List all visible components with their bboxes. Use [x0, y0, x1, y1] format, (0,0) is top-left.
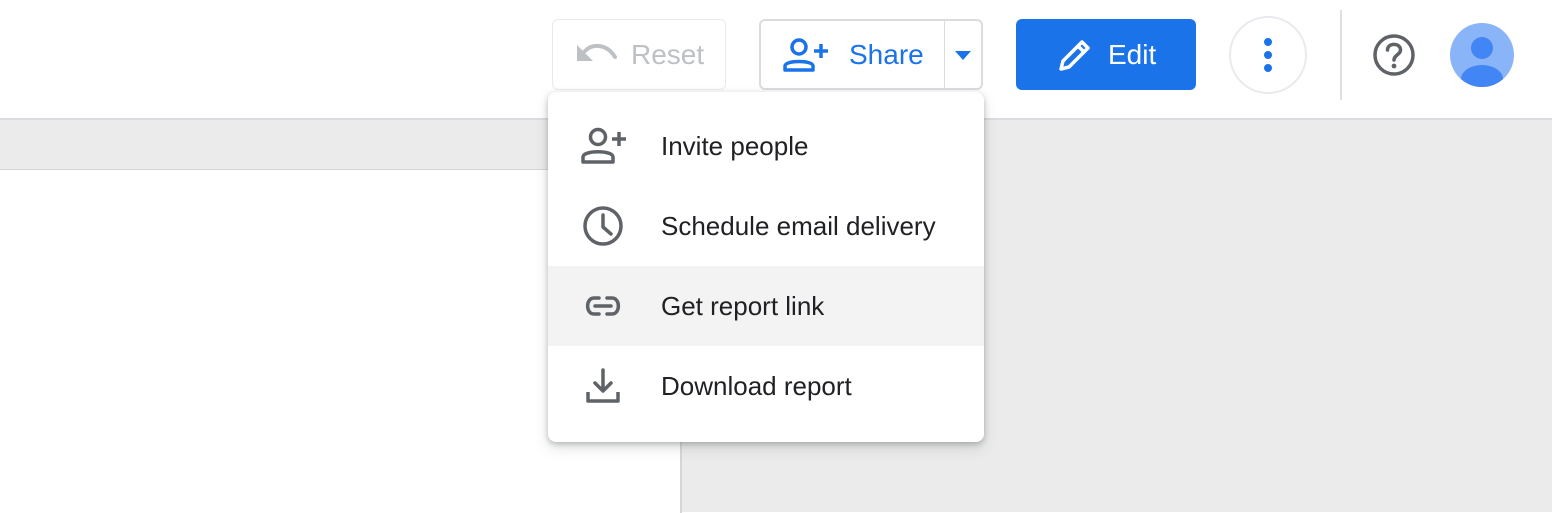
edit-button[interactable]: Edit — [1016, 19, 1196, 90]
share-button[interactable]: Share — [761, 21, 945, 88]
help-circle-icon — [1373, 34, 1415, 76]
undo-icon — [577, 43, 617, 61]
account-avatar[interactable] — [1450, 23, 1514, 87]
download-icon — [580, 364, 626, 408]
edit-label: Edit — [1108, 38, 1157, 70]
link-icon — [580, 284, 626, 328]
menu-item-label: Download report — [661, 370, 852, 401]
menu-item-label: Get report link — [661, 290, 825, 321]
help-button[interactable] — [1372, 33, 1416, 77]
menu-item-invite-people[interactable]: Invite people — [548, 106, 984, 186]
pencil-icon — [1059, 39, 1090, 71]
menu-item-label: Schedule email delivery — [661, 210, 936, 241]
reset-button[interactable]: Reset — [552, 19, 726, 90]
person-add-icon — [783, 37, 828, 72]
menu-item-get-report-link[interactable]: Get report link — [548, 266, 984, 346]
toolbar-divider — [1340, 10, 1342, 100]
reset-label: Reset — [631, 38, 705, 70]
person-add-icon — [580, 124, 626, 168]
menu-item-label: Invite people — [661, 130, 809, 161]
clock-icon — [580, 204, 626, 248]
share-button-group: Share — [759, 19, 983, 90]
share-dropdown-menu: Invite people Schedule email delivery Ge… — [548, 92, 984, 442]
menu-item-schedule-email-delivery[interactable]: Schedule email delivery — [548, 186, 984, 266]
caret-down-icon — [955, 50, 971, 60]
more-vert-icon — [1264, 38, 1272, 72]
menu-item-download-report[interactable]: Download report — [548, 346, 984, 426]
share-label: Share — [849, 38, 924, 70]
more-options-button[interactable] — [1229, 16, 1307, 94]
share-dropdown-toggle[interactable] — [945, 21, 981, 88]
avatar-icon — [1450, 23, 1514, 87]
